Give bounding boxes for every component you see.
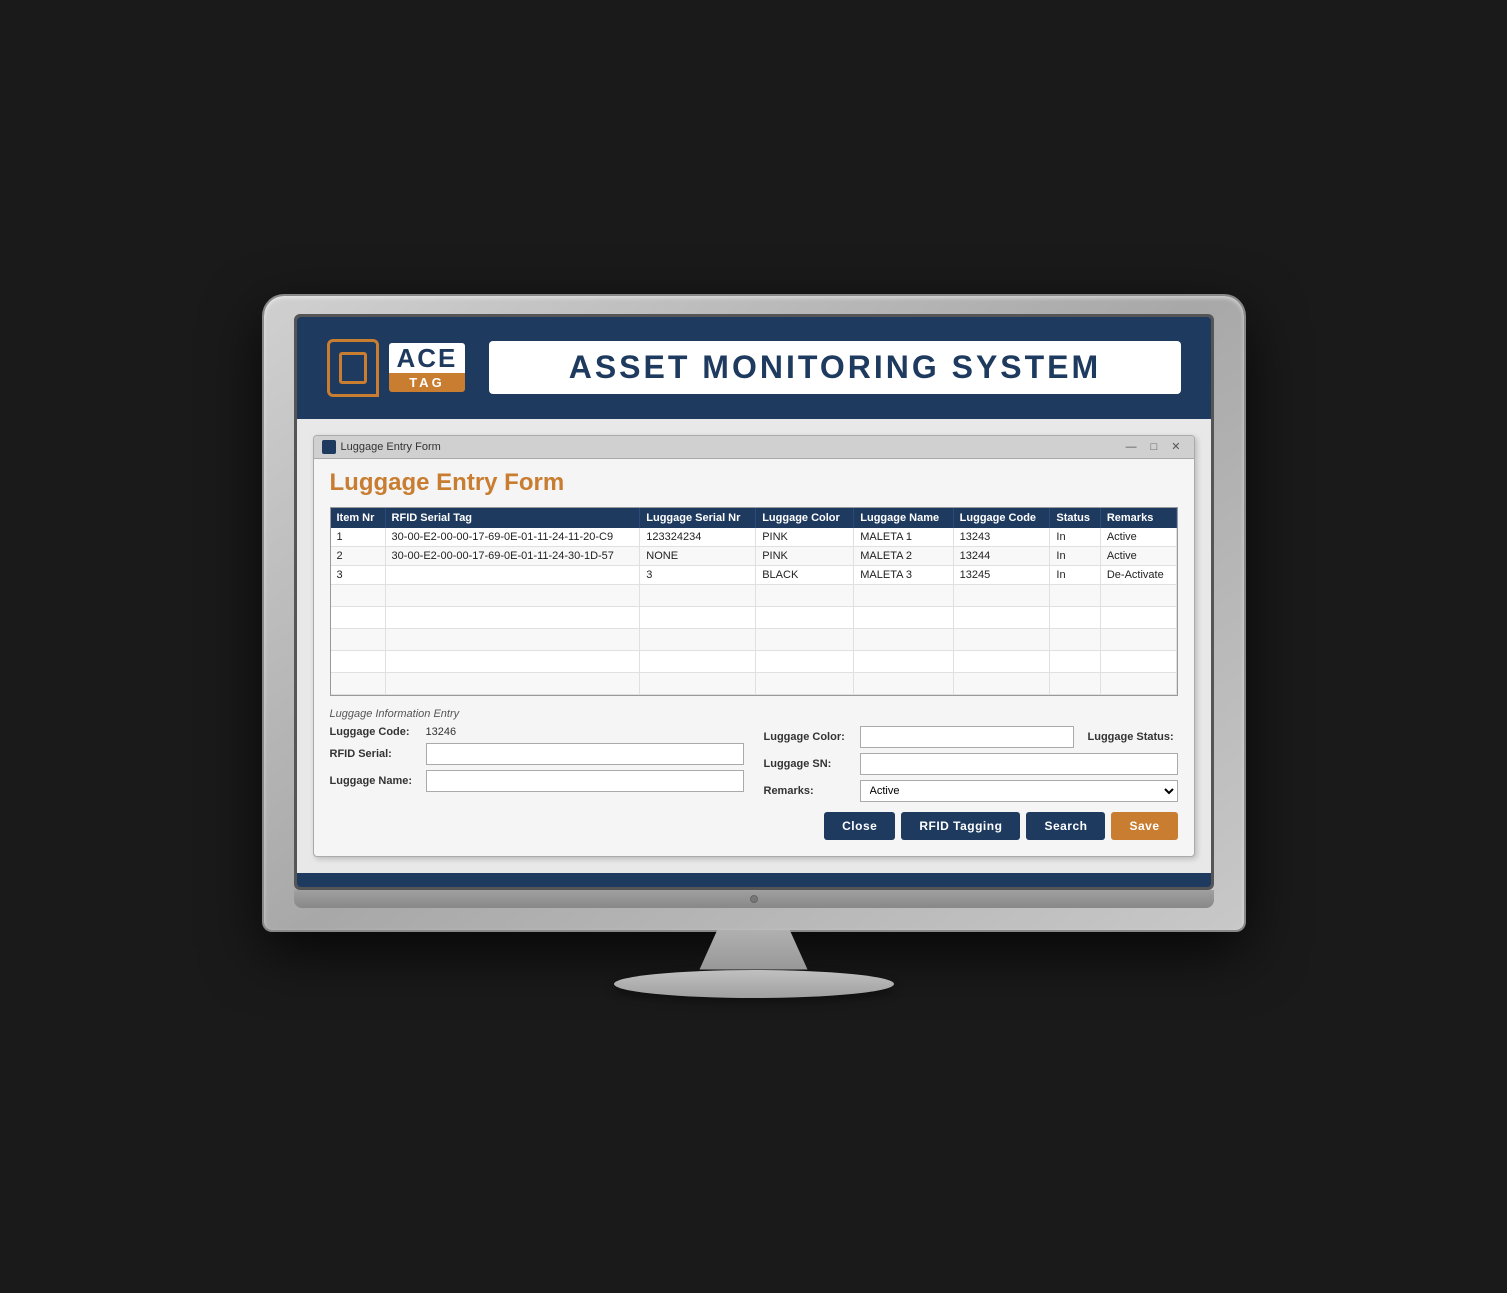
monitor-stand-neck <box>694 930 814 970</box>
rfid-serial-label: RFID Serial: <box>330 748 420 760</box>
cell-rfid <box>385 565 640 584</box>
screen-header: ACE TAG ASSET MONITORING SYSTEM <box>297 317 1211 419</box>
table-header-row: Item Nr RFID Serial Tag Luggage Serial N… <box>331 508 1177 528</box>
luggage-code-label: Luggage Code: <box>330 726 420 738</box>
app-title: ASSET MONITORING SYSTEM <box>489 341 1180 394</box>
logo-container: ACE TAG <box>327 339 466 397</box>
cell-rfid: 30-00-E2-00-00-17-69-0E-01-11-24-11-20-C… <box>385 528 640 547</box>
form-fields: Luggage Code: 13246 RFID Serial: Luggage… <box>330 726 1178 802</box>
window-titlebar: Luggage Entry Form — □ ✕ <box>314 436 1194 459</box>
luggage-color-label: Luggage Color: <box>764 731 854 743</box>
cell-remarks: Active <box>1100 528 1176 547</box>
luggage-table: Item Nr RFID Serial Tag Luggage Serial N… <box>331 508 1177 695</box>
maximize-button[interactable]: □ <box>1146 441 1163 453</box>
col-code: Luggage Code <box>953 508 1050 528</box>
cell-item-nr: 1 <box>331 528 386 547</box>
table-row-empty-1 <box>331 584 1177 606</box>
close-window-button[interactable]: ✕ <box>1166 440 1185 453</box>
table-row[interactable]: 2 30-00-E2-00-00-17-69-0E-01-11-24-30-1D… <box>331 546 1177 565</box>
monitor-bottom-bar <box>294 890 1214 908</box>
monitor-power-indicator <box>750 895 758 903</box>
table-row-empty-2 <box>331 606 1177 628</box>
col-color: Luggage Color <box>756 508 854 528</box>
cell-color: PINK <box>756 546 854 565</box>
buttons-row: Close RFID Tagging Search Save <box>330 812 1178 840</box>
table-row-empty-5 <box>331 672 1177 694</box>
cell-serial: NONE <box>640 546 756 565</box>
cell-name: MALETA 2 <box>854 546 953 565</box>
ace-tag-logo-icon <box>327 339 379 397</box>
logo-text: ACE TAG <box>389 343 466 392</box>
rfid-serial-row: RFID Serial: <box>330 743 744 765</box>
cell-serial: 123324234 <box>640 528 756 547</box>
cell-remarks: Active <box>1100 546 1176 565</box>
cell-code: 13243 <box>953 528 1050 547</box>
cell-color: PINK <box>756 528 854 547</box>
col-item-nr: Item Nr <box>331 508 386 528</box>
window-title-area: Luggage Entry Form <box>322 440 441 454</box>
window-frame: Luggage Entry Form — □ ✕ Luggage Entry F… <box>313 435 1195 857</box>
minimize-button[interactable]: — <box>1121 441 1142 453</box>
left-fields: Luggage Code: 13246 RFID Serial: Luggage… <box>330 726 744 802</box>
luggage-sn-input[interactable] <box>860 753 1178 775</box>
col-name: Luggage Name <box>854 508 953 528</box>
window-title-icon <box>322 440 336 454</box>
table-row-empty-4 <box>331 650 1177 672</box>
monitor-stand-base <box>614 970 894 998</box>
table-row[interactable]: 1 30-00-E2-00-00-17-69-0E-01-11-24-11-20… <box>331 528 1177 547</box>
table-row[interactable]: 3 3 BLACK MALETA 3 13245 In De-Activate <box>331 565 1177 584</box>
screen-footer <box>297 873 1211 887</box>
luggage-name-row: Luggage Name: <box>330 770 744 792</box>
right-fields: Luggage Color: Luggage Status: Luggage S… <box>764 726 1178 802</box>
remarks-select[interactable]: Active De-Activate <box>860 780 1178 802</box>
cell-name: MALETA 1 <box>854 528 953 547</box>
cell-status: In <box>1050 528 1100 547</box>
cell-code: 13244 <box>953 546 1050 565</box>
search-button[interactable]: Search <box>1026 812 1105 840</box>
cell-item-nr: 2 <box>331 546 386 565</box>
window-title-text: Luggage Entry Form <box>341 441 441 453</box>
luggage-color-row: Luggage Color: Luggage Status: <box>764 726 1178 748</box>
luggage-code-value: 13246 <box>426 726 457 738</box>
col-rfid: RFID Serial Tag <box>385 508 640 528</box>
luggage-name-input[interactable] <box>426 770 744 792</box>
luggage-color-input[interactable] <box>860 726 1074 748</box>
form-title: Luggage Entry Form <box>330 469 1178 497</box>
monitor-body: ACE TAG ASSET MONITORING SYSTEM Luggage … <box>264 296 1244 930</box>
rfid-tagging-button[interactable]: RFID Tagging <box>901 812 1020 840</box>
luggage-status-label: Luggage Status: <box>1088 731 1178 743</box>
remarks-row: Remarks: Active De-Activate <box>764 780 1178 802</box>
cell-item-nr: 3 <box>331 565 386 584</box>
cell-rfid: 30-00-E2-00-00-17-69-0E-01-11-24-30-1D-5… <box>385 546 640 565</box>
cell-color: BLACK <box>756 565 854 584</box>
window-inner: Luggage Entry Form Item Nr RFID Serial T… <box>314 459 1194 856</box>
luggage-sn-label: Luggage SN: <box>764 758 854 770</box>
rfid-serial-input[interactable] <box>426 743 744 765</box>
logo-ace: ACE <box>389 343 466 373</box>
luggage-name-label: Luggage Name: <box>330 775 420 787</box>
cell-serial: 3 <box>640 565 756 584</box>
screen-content: Luggage Entry Form — □ ✕ Luggage Entry F… <box>297 419 1211 873</box>
window-controls: — □ ✕ <box>1121 440 1186 453</box>
table-row-empty-3 <box>331 628 1177 650</box>
cell-name: MALETA 3 <box>854 565 953 584</box>
luggage-sn-row: Luggage SN: <box>764 753 1178 775</box>
remarks-label: Remarks: <box>764 785 854 797</box>
cell-status: In <box>1050 546 1100 565</box>
monitor-screen: ACE TAG ASSET MONITORING SYSTEM Luggage … <box>294 314 1214 890</box>
logo-tag: TAG <box>389 373 466 392</box>
info-section-label: Luggage Information Entry <box>330 708 1178 720</box>
cell-status: In <box>1050 565 1100 584</box>
col-status: Status <box>1050 508 1100 528</box>
luggage-code-row: Luggage Code: 13246 <box>330 726 744 738</box>
save-button[interactable]: Save <box>1111 812 1177 840</box>
close-button[interactable]: Close <box>824 812 895 840</box>
col-serial: Luggage Serial Nr <box>640 508 756 528</box>
monitor-wrapper: ACE TAG ASSET MONITORING SYSTEM Luggage … <box>264 296 1244 998</box>
cell-remarks: De-Activate <box>1100 565 1176 584</box>
cell-code: 13245 <box>953 565 1050 584</box>
luggage-table-container: Item Nr RFID Serial Tag Luggage Serial N… <box>330 507 1178 696</box>
col-remarks: Remarks <box>1100 508 1176 528</box>
